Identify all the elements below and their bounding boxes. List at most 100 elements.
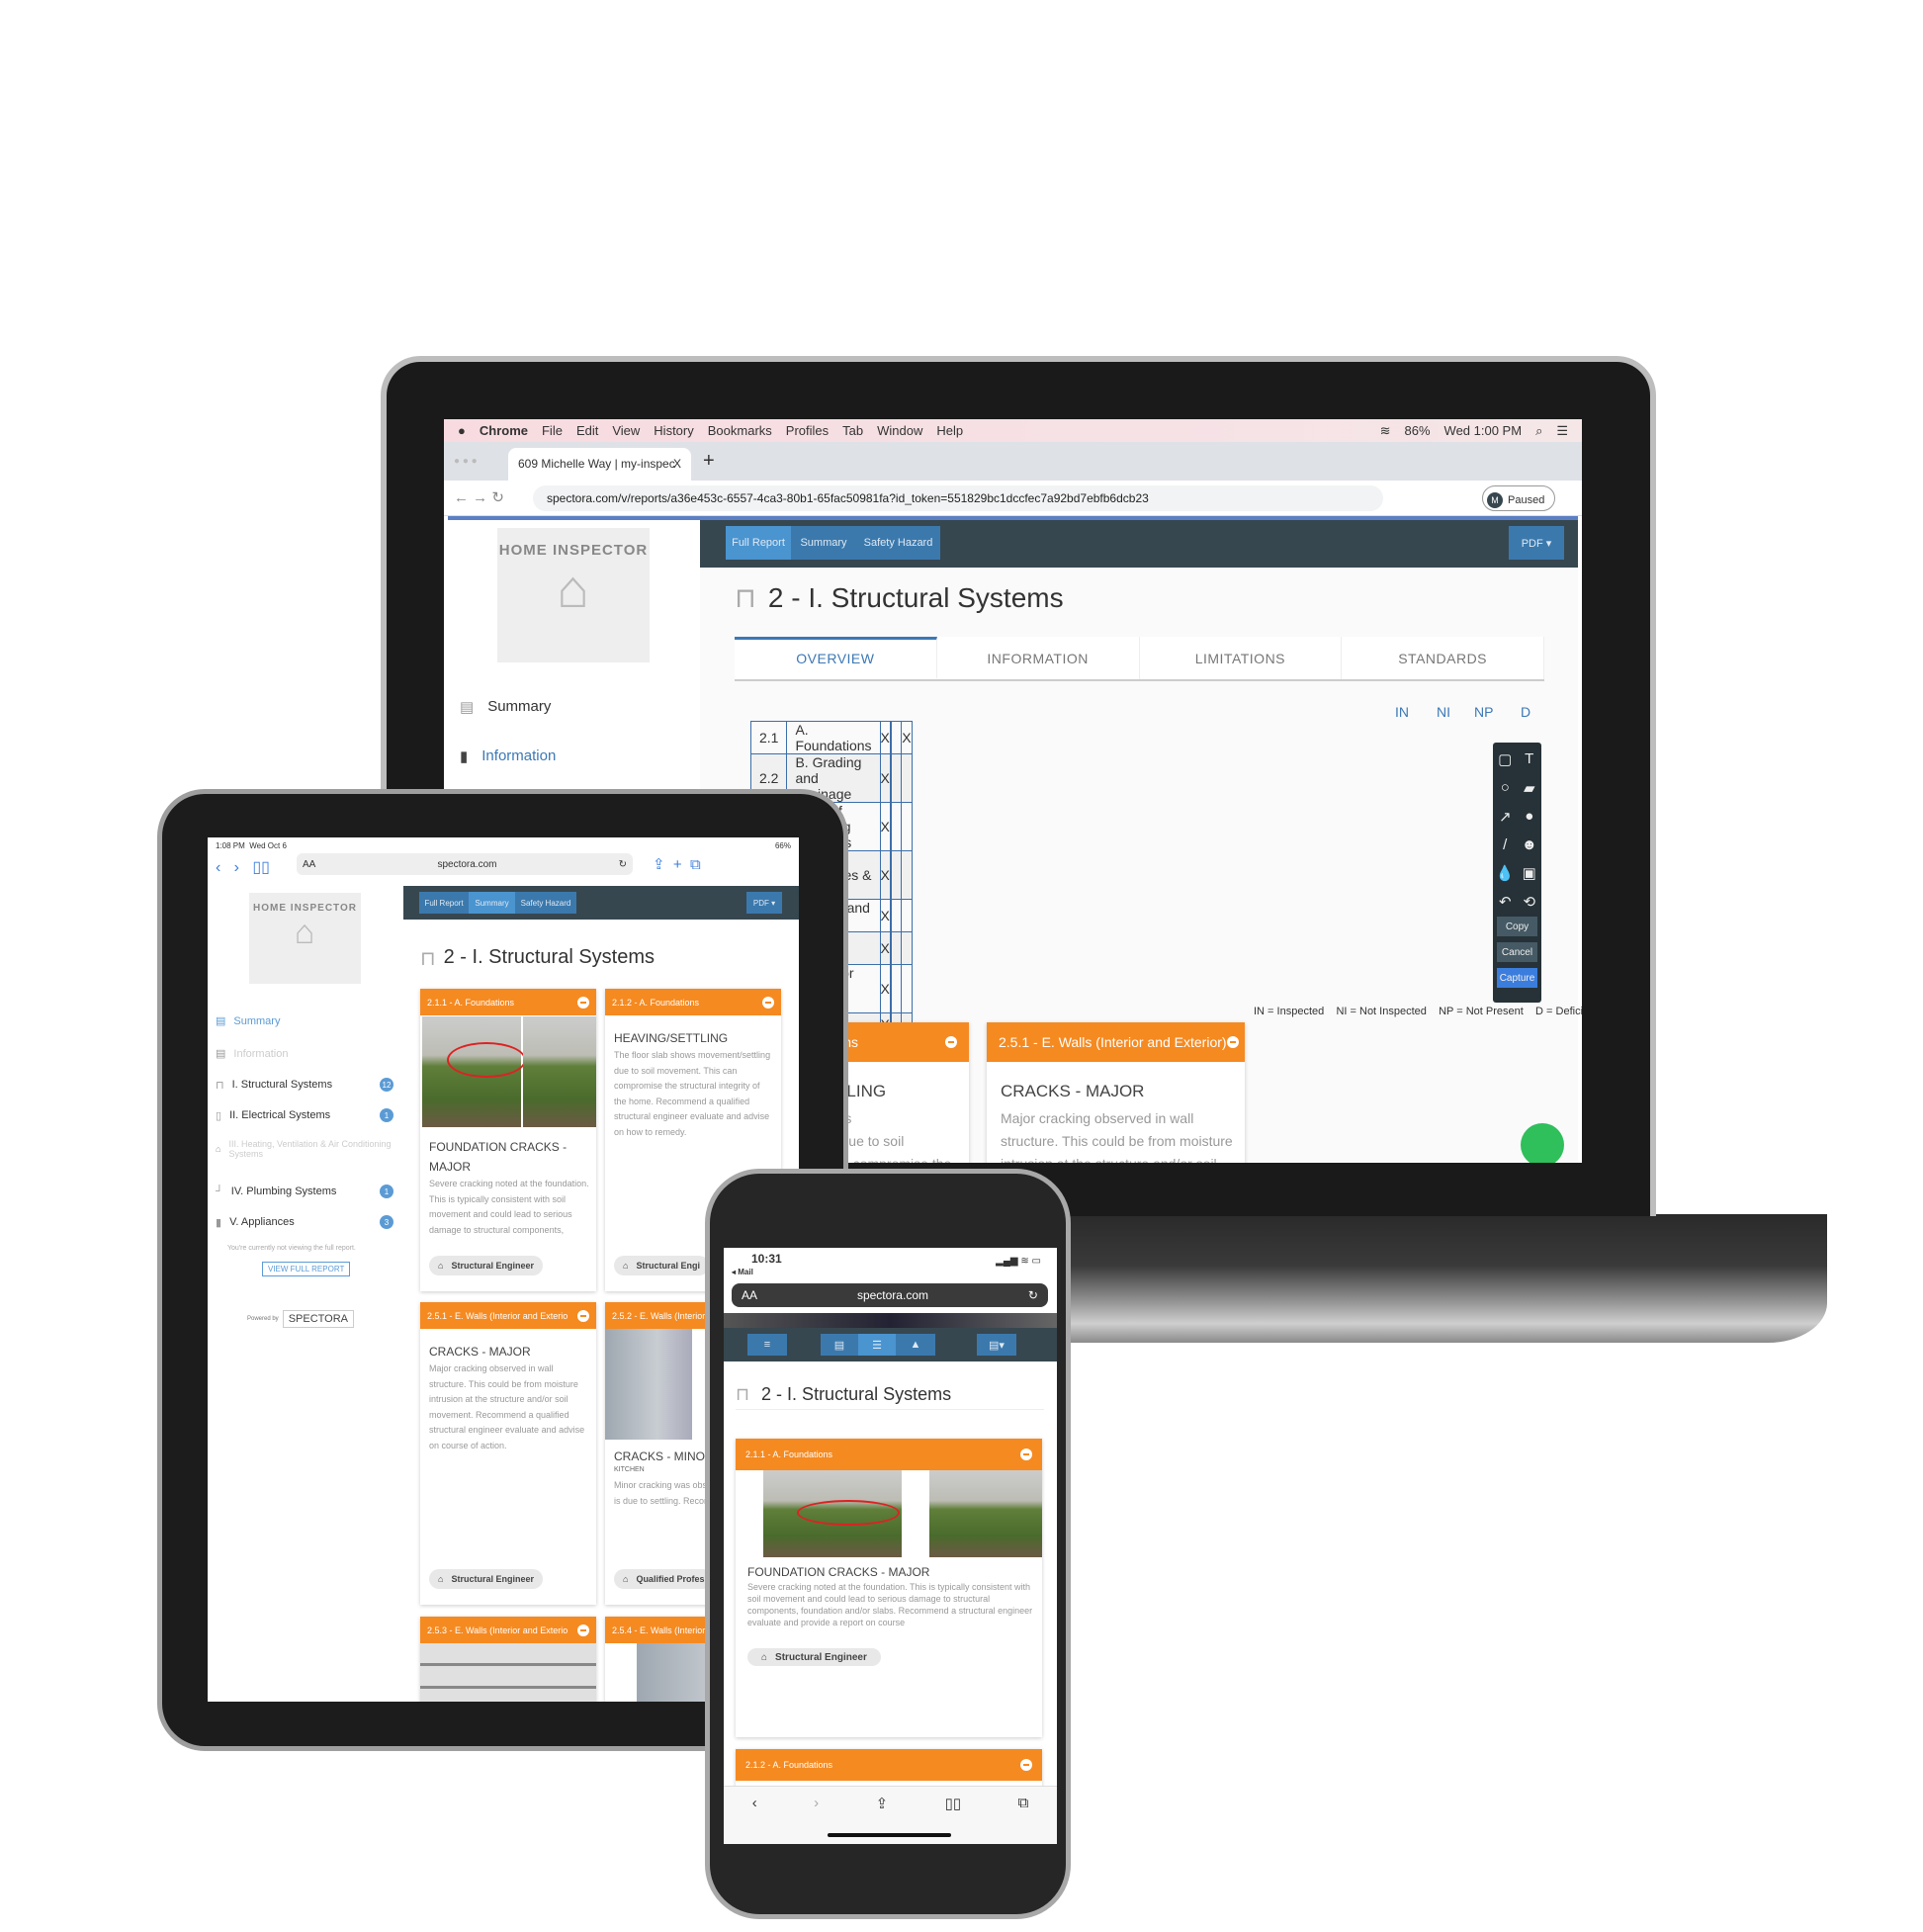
finding-card[interactable]: 2.5.3 - E. Walls (Interior and Exterio xyxy=(420,1617,596,1702)
menu-window[interactable]: Window xyxy=(877,423,922,438)
cancel-button[interactable]: Cancel xyxy=(1497,942,1537,962)
blur-icon[interactable]: 💧 xyxy=(1493,864,1518,882)
signal-wifi-battery-icons: ▂▄▆ ≋ ▭ xyxy=(996,1256,1041,1267)
tab-information[interactable]: INFORMATION xyxy=(937,637,1140,679)
nav-buttons[interactable]: ← → ↻ xyxy=(454,488,504,506)
menu-profiles[interactable]: Profiles xyxy=(786,423,829,438)
rectangle-icon[interactable]: ▢ xyxy=(1493,750,1518,768)
window-controls[interactable]: ● ● ● xyxy=(454,456,478,467)
full-report-button[interactable]: Full Report xyxy=(419,892,469,914)
circle-icon[interactable]: ○ xyxy=(1493,779,1518,797)
house-icon: ⌂ xyxy=(761,1651,768,1663)
cell-np xyxy=(890,964,903,1013)
chrome-tab-bar: ● ● ● 609 Michelle Way | my-inspec X + xyxy=(444,442,1582,481)
sidebar-item-summary[interactable]: ▤ Summary xyxy=(460,698,551,716)
chat-button[interactable] xyxy=(1521,1123,1564,1163)
summary-button[interactable]: Summary xyxy=(469,892,515,914)
control-center-icon[interactable]: ☰ xyxy=(1556,423,1568,439)
finding-card[interactable]: 2.1.2 - A. Foundations xyxy=(736,1749,1042,1789)
arrow-icon[interactable]: ↗ xyxy=(1493,808,1518,826)
sidebar-item[interactable]: ▤ Summary xyxy=(216,1014,393,1028)
pdf-dropdown-button[interactable]: PDF ▾ xyxy=(746,892,782,914)
pillar-icon: ⊓ xyxy=(420,948,436,970)
finding-card[interactable]: 2.5.1 - E. Walls (Interior and Exterior)… xyxy=(987,1022,1245,1163)
browser-tab[interactable]: 609 Michelle Way | my-inspec X xyxy=(508,448,691,481)
full-report-button[interactable]: Full Report xyxy=(726,526,791,560)
pillar-icon: ⊓ xyxy=(736,1384,750,1404)
copy-button[interactable]: Copy xyxy=(1497,917,1537,936)
menu-help[interactable]: Help xyxy=(936,423,963,438)
section-icon: ⊓ xyxy=(216,1079,224,1092)
menu-file[interactable]: File xyxy=(542,423,563,438)
recommendation-tag: ⌂ Qualified Profes xyxy=(614,1569,714,1589)
clock[interactable]: Wed 1:00 PM xyxy=(1444,423,1523,439)
pdf-dropdown-button[interactable]: ▤▾ xyxy=(977,1334,1016,1356)
safety-hazard-button[interactable]: Safety Hazard xyxy=(515,892,576,914)
tab-close-button[interactable]: X xyxy=(673,457,681,471)
image-icon[interactable]: ▣ xyxy=(1518,864,1542,882)
finding-card[interactable]: 2.5.1 - E. Walls (Interior and Exterio CR… xyxy=(420,1302,596,1605)
forward-icon[interactable]: › xyxy=(814,1795,819,1844)
finding-photo xyxy=(929,1470,1042,1557)
sidebar-item[interactable]: ⌂ III. Heating, Ventilation & Air Conditi… xyxy=(216,1139,393,1159)
tabs-icon[interactable]: ⧉ xyxy=(1018,1795,1029,1844)
new-tab-button[interactable]: + xyxy=(703,450,715,473)
share-add-tabs-icons[interactable]: ⇪ + ⧉ xyxy=(653,855,701,873)
back-icon[interactable]: ‹ xyxy=(752,1795,757,1844)
summary-button[interactable]: ☰ xyxy=(858,1334,896,1356)
url-field[interactable]: spectora.com/v/reports/a36e453c-6557-4ca… xyxy=(533,485,1383,511)
menu-chrome[interactable]: Chrome xyxy=(480,423,528,438)
back-to-mail[interactable]: ◂ Mail xyxy=(732,1268,753,1276)
undo-icon[interactable]: ↶ xyxy=(1493,893,1518,911)
sidebar-item[interactable]: ┘ IV. Plumbing Systems 1 xyxy=(216,1185,393,1198)
emoji-icon[interactable]: ☻ xyxy=(1518,836,1542,853)
pdf-dropdown-button[interactable]: PDF ▾ xyxy=(1509,526,1564,560)
menu-button[interactable]: ≡ xyxy=(747,1334,787,1356)
finding-card[interactable]: 2.1.1 - A. Foundations FOUNDATION CRACKS … xyxy=(420,989,596,1291)
sidebar-item[interactable]: ⊓ I. Structural Systems 12 xyxy=(216,1078,393,1092)
cell-np xyxy=(890,753,903,803)
wifi-icon[interactable]: ≋ xyxy=(1380,423,1391,439)
text-icon[interactable]: T xyxy=(1518,750,1542,768)
section-icon: ⌂ xyxy=(216,1144,221,1154)
tab-overview[interactable]: OVERVIEW xyxy=(735,637,937,679)
finding-card[interactable]: 2.1.1 - A. Foundations FOUNDATION CRACKS… xyxy=(736,1439,1042,1737)
menu-tab[interactable]: Tab xyxy=(842,423,863,438)
sidebar-item[interactable]: ▮ V. Appliances 3 xyxy=(216,1215,393,1229)
comment-icon[interactable]: ▰ xyxy=(1518,779,1542,797)
tablet-top-nav: Full Report Summary Safety Hazard PDF ▾ xyxy=(403,886,799,920)
pencil-icon[interactable]: / xyxy=(1493,836,1518,853)
safari-nav-buttons[interactable]: ‹ › ▯▯ xyxy=(216,857,270,877)
summary-button[interactable]: Summary xyxy=(791,526,856,560)
sidebar-item-information[interactable]: ▮ Information xyxy=(460,747,556,765)
safety-hazard-button[interactable]: ▲ xyxy=(896,1334,935,1356)
tab-limitations[interactable]: LIMITATIONS xyxy=(1140,637,1343,679)
tab-standards[interactable]: STANDARDS xyxy=(1342,637,1544,679)
cell-np xyxy=(890,850,903,900)
menu-view[interactable]: View xyxy=(612,423,640,438)
cell-np xyxy=(890,802,903,851)
menu-history[interactable]: History xyxy=(654,423,693,438)
section-icon: ┘ xyxy=(216,1186,223,1197)
menu-bookmarks[interactable]: Bookmarks xyxy=(708,423,772,438)
phone-url-bar[interactable]: AA spectora.com ↻ xyxy=(732,1283,1048,1307)
battery-percent: 86% xyxy=(1404,422,1431,438)
tablet-url-bar[interactable]: AA spectora.com ↻ xyxy=(297,853,633,875)
capture-button[interactable]: Capture xyxy=(1497,968,1537,988)
reset-icon[interactable]: ⟲ xyxy=(1518,893,1542,911)
apple-icon[interactable]: ● xyxy=(458,423,466,438)
info-icon[interactable]: ● xyxy=(1518,808,1542,826)
table-row[interactable]: 2.1 A. Foundations X X xyxy=(749,721,913,754)
mac-menu-bar: ● Chrome File Edit View History Bookmark… xyxy=(444,419,1582,442)
full-report-button[interactable]: ▤ xyxy=(821,1334,858,1356)
sidebar-item-label: I. Structural Systems xyxy=(231,1079,333,1091)
sidebar-item[interactable]: ▤ Information xyxy=(216,1047,393,1061)
profile-button[interactable]: M Paused xyxy=(1482,485,1556,511)
sidebar-item[interactable]: ▯ II. Electrical Systems 1 xyxy=(216,1108,393,1122)
view-full-report-button[interactable]: VIEW FULL REPORT xyxy=(262,1262,351,1276)
house-icon: ⌂ xyxy=(438,1261,444,1271)
cell-name: A. Foundations xyxy=(786,721,881,754)
search-icon[interactable]: ⌕ xyxy=(1535,423,1542,439)
menu-edit[interactable]: Edit xyxy=(576,423,598,438)
safety-hazard-button[interactable]: Safety Hazard xyxy=(856,526,940,560)
